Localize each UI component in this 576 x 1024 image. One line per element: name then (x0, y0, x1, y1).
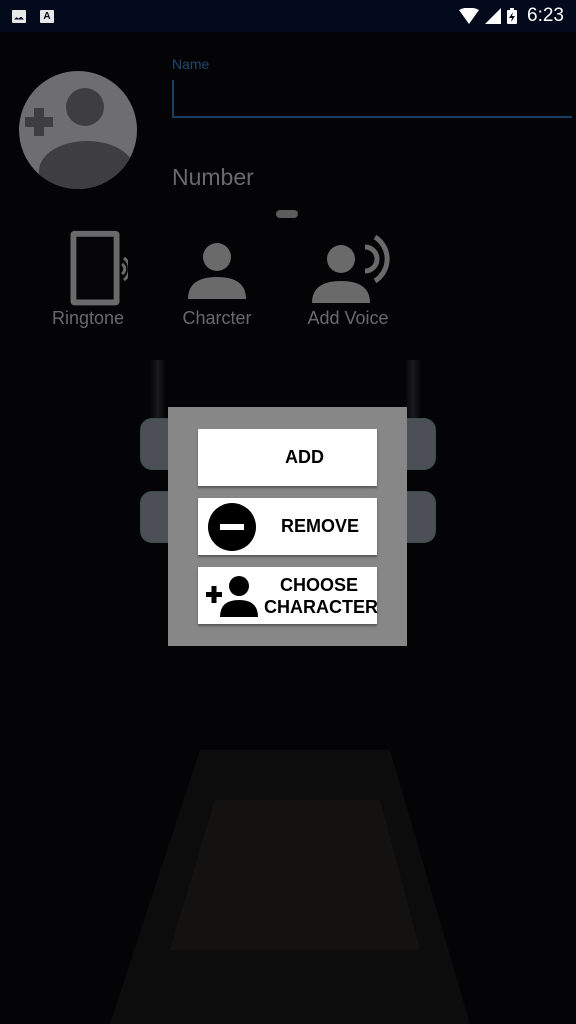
battery-charging-icon (507, 8, 518, 24)
character-label: Charcter (182, 308, 252, 328)
number-field[interactable]: Number (172, 164, 254, 191)
voice-icon (312, 234, 390, 303)
choose-label-line2: CHARACTER (264, 597, 378, 617)
font-icon: A (40, 9, 54, 23)
corridor-floor (110, 750, 470, 1024)
add-voice-option[interactable]: Add Voice (288, 225, 408, 329)
avatar-add-contact[interactable] (19, 71, 137, 189)
remove-circle-icon (208, 503, 256, 551)
ringtone-label: Ringtone (51, 308, 125, 328)
add-button-label: ADD (285, 447, 324, 467)
add-person-icon (206, 576, 258, 617)
add-voice-label: Add Voice (307, 308, 389, 328)
action-dialog: ADD REMOVE CHOOSE CHARACTER (168, 407, 407, 646)
name-input[interactable] (172, 80, 572, 118)
remove-button[interactable]: REMOVE (198, 498, 377, 555)
add-contact-icon (25, 88, 135, 189)
image-icon (12, 9, 26, 23)
drag-handle[interactable] (276, 210, 298, 218)
choose-character-label: CHOOSE CHARACTER (264, 574, 378, 618)
signal-icon (485, 8, 502, 24)
ringtone-option[interactable]: Ringtone (28, 225, 148, 329)
character-option[interactable]: Charcter (157, 225, 277, 329)
name-label: Name (172, 56, 210, 72)
add-button[interactable]: ADD (198, 429, 377, 486)
corridor-light-left (150, 360, 166, 420)
wifi-icon (459, 8, 480, 24)
corridor-light-right (405, 360, 421, 420)
status-bar: A 6:23 (0, 0, 576, 32)
ringtone-icon (70, 230, 128, 306)
person-icon (188, 243, 246, 299)
choose-label-line1: CHOOSE (279, 575, 358, 595)
remove-button-label: REMOVE (281, 516, 360, 536)
choose-character-button[interactable]: CHOOSE CHARACTER (198, 567, 378, 624)
clock: 6:23 (527, 5, 564, 26)
